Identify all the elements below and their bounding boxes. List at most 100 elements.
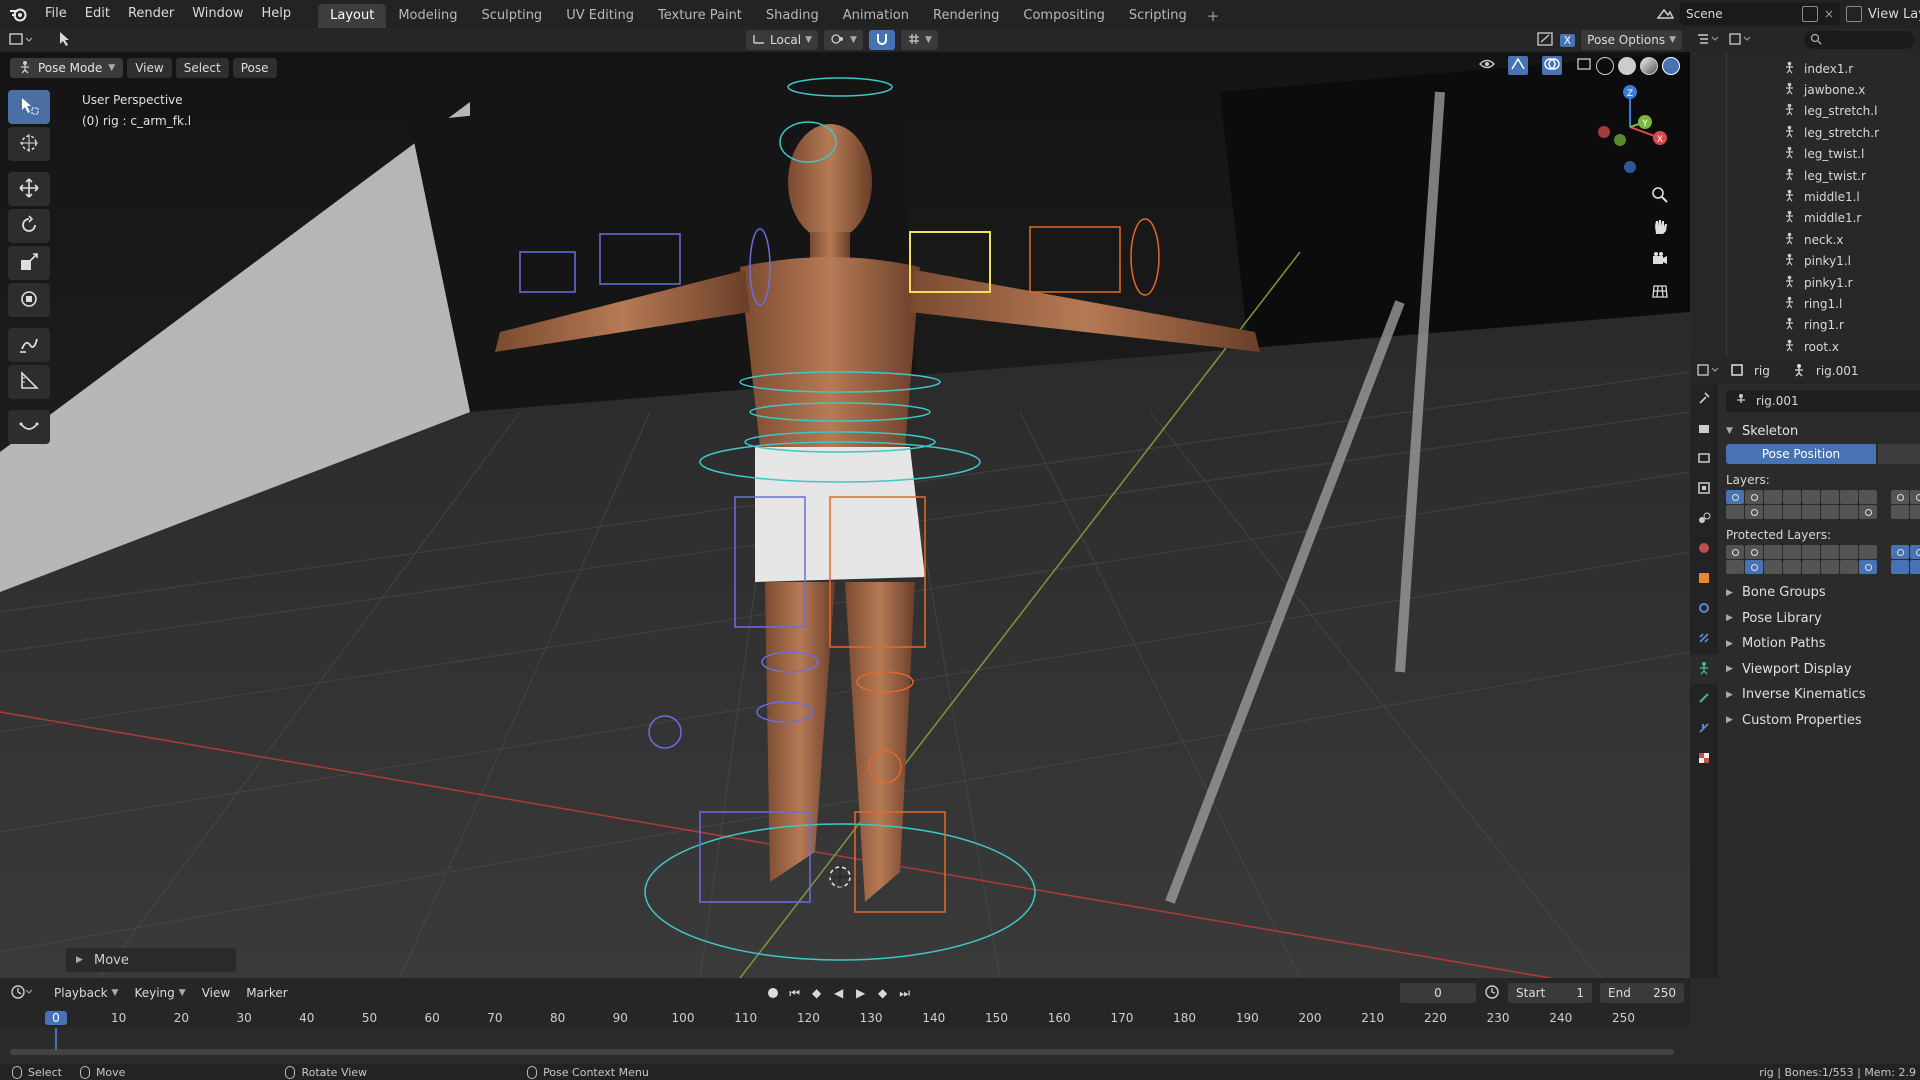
armature-data-name-field[interactable]: rig.001 (1726, 390, 1920, 412)
tab-tool[interactable] (1690, 384, 1718, 414)
snap-toggle[interactable] (868, 30, 895, 50)
last-operator-panel[interactable]: ▶ Move (66, 948, 236, 972)
next-keyframe-button[interactable]: ◆ (874, 984, 892, 1002)
outliner-item[interactable]: leg_stretch.r (1727, 122, 1920, 143)
menu-edit[interactable]: Edit (76, 0, 119, 28)
tab-modeling[interactable]: Modeling (386, 4, 469, 28)
tab-texture-paint[interactable]: Texture Paint (646, 4, 754, 28)
measure-tool[interactable] (8, 365, 50, 399)
end-frame-field[interactable]: End 250 (1600, 983, 1684, 1003)
pose-position-button[interactable]: Pose Position (1726, 444, 1876, 464)
tab-rendering[interactable]: Rendering (921, 4, 1011, 28)
select-box-tool[interactable] (8, 90, 50, 124)
move-tool[interactable] (8, 172, 50, 206)
tab-bone[interactable] (1690, 684, 1718, 714)
properties-editor-icon[interactable] (1696, 363, 1720, 380)
tab-layout[interactable]: Layout (318, 4, 387, 28)
tab-output[interactable] (1690, 444, 1718, 474)
mode-dropdown[interactable]: Pose Mode ▼ (10, 58, 124, 78)
gizmo-toggle-icon[interactable] (1508, 56, 1528, 75)
menu-render[interactable]: Render (119, 0, 183, 28)
view-layer-name[interactable]: View Lay (1868, 7, 1920, 22)
menu-file[interactable]: File (36, 0, 76, 28)
layer-grid-left[interactable] (1726, 490, 1877, 519)
view-layer-icon[interactable] (1846, 6, 1862, 22)
blender-logo-icon[interactable] (0, 0, 36, 28)
current-frame-field[interactable]: 0 (1400, 983, 1476, 1003)
protected-grid-left[interactable] (1726, 545, 1877, 574)
layer-grid-right[interactable] (1891, 490, 1920, 519)
cursor-tool[interactable] (8, 127, 50, 161)
pan-button[interactable] (1646, 214, 1674, 242)
skeleton-panel-header[interactable]: ▼ Skeleton (1726, 418, 1920, 444)
panel-pose-library[interactable]: ▶ Pose Library (1726, 606, 1920, 632)
jump-end-button[interactable]: ⏭ (896, 984, 914, 1002)
3d-viewport[interactable]: Pose Mode ▼ View Select Pose User Perspe… (0, 52, 1690, 978)
tab-scene[interactable] (1690, 504, 1718, 534)
transform-tool[interactable] (8, 283, 50, 317)
scene-icon[interactable] (1656, 6, 1675, 23)
tab-scripting[interactable]: Scripting (1117, 4, 1199, 28)
tab-compositing[interactable]: Compositing (1011, 4, 1117, 28)
outliner-item[interactable]: leg_twist.r (1727, 165, 1920, 186)
outliner-item[interactable]: ring1.r (1727, 315, 1920, 336)
tab-sculpting[interactable]: Sculpting (469, 4, 554, 28)
scene-selector[interactable]: Scene × (1680, 3, 1840, 25)
start-frame-field[interactable]: Start 1 (1508, 983, 1592, 1003)
timeline-menu-playback[interactable]: Playback ▼ (48, 983, 124, 1003)
prev-keyframe-button[interactable]: ◆ (808, 984, 826, 1002)
add-workspace-button[interactable]: + (1199, 4, 1228, 28)
record-button[interactable] (764, 984, 782, 1002)
outliner-search-input[interactable] (1804, 31, 1914, 49)
panel-inverse-kinematics[interactable]: ▶ Inverse Kinematics (1726, 682, 1920, 708)
new-scene-icon[interactable] (1801, 6, 1818, 22)
overlays-icon[interactable] (1542, 56, 1562, 75)
menu-window[interactable]: Window (183, 0, 252, 28)
zoom-button[interactable] (1646, 182, 1674, 210)
display-mode-icon[interactable] (1728, 32, 1752, 49)
timeline-menu-keying[interactable]: Keying ▼ (128, 983, 191, 1003)
close-icon[interactable]: × (1824, 7, 1834, 21)
timeline-menu-view[interactable]: View (196, 983, 236, 1003)
bone-relax-tool[interactable] (8, 410, 50, 444)
camera-view-button[interactable] (1646, 246, 1674, 274)
play-reverse-button[interactable]: ◀ (830, 984, 848, 1002)
tab-constraints[interactable] (1690, 624, 1718, 654)
outliner-item[interactable]: pinky1.l (1727, 251, 1920, 272)
outliner-item[interactable]: pinky1.r (1727, 272, 1920, 293)
panel-custom-properties[interactable]: ▶ Custom Properties (1726, 708, 1920, 734)
outliner-item[interactable]: leg_twist.l (1727, 144, 1920, 165)
rest-position-button[interactable] (1878, 444, 1920, 464)
clock-icon[interactable] (1484, 984, 1500, 1003)
outliner-item[interactable]: index1.r (1727, 58, 1920, 79)
outliner-item[interactable]: leg_stretch.l (1727, 101, 1920, 122)
panel-viewport-display[interactable]: ▶ Viewport Display (1726, 657, 1920, 683)
transform-orientation-dropdown[interactable]: Local ▼ (746, 30, 819, 50)
scale-tool[interactable] (8, 246, 50, 280)
timeline-scrollbar[interactable] (10, 1049, 1674, 1055)
timeline-area[interactable]: 0 10 20 30 40 50 60 70 80 90 100 110 120 130 140 150 160… (0, 1008, 1690, 1064)
tab-view-layer[interactable] (1690, 474, 1718, 504)
protected-grid-right[interactable] (1891, 545, 1920, 574)
outliner-item[interactable]: jawbone.x (1727, 79, 1920, 100)
viewport-menu-pose[interactable]: Pose (232, 58, 277, 78)
timeline-editor-icon[interactable] (10, 984, 34, 1003)
outliner-item[interactable]: neck.x (1727, 229, 1920, 250)
outliner-item[interactable]: root.x (1727, 336, 1920, 357)
menu-help[interactable]: Help (253, 0, 301, 28)
tab-world[interactable] (1690, 534, 1718, 564)
outliner-item[interactable]: middle1.l (1727, 186, 1920, 207)
tab-object[interactable] (1690, 564, 1718, 594)
jump-start-button[interactable]: ⏮ (786, 984, 804, 1002)
outliner-editor-icon[interactable] (1696, 32, 1720, 49)
tab-shading[interactable]: Shading (754, 4, 831, 28)
tab-render[interactable] (1690, 414, 1718, 444)
tab-uv-editing[interactable]: UV Editing (554, 4, 646, 28)
tab-texture[interactable] (1690, 744, 1718, 774)
mirror-x-icon[interactable]: X (1559, 33, 1576, 47)
outliner-item[interactable]: middle1.r (1727, 208, 1920, 229)
play-button[interactable]: ▶ (852, 984, 870, 1002)
editor-type-icon[interactable] (8, 31, 34, 50)
visibility-icon[interactable] (1478, 56, 1504, 75)
panel-motion-paths[interactable]: ▶ Motion Paths (1726, 631, 1920, 657)
